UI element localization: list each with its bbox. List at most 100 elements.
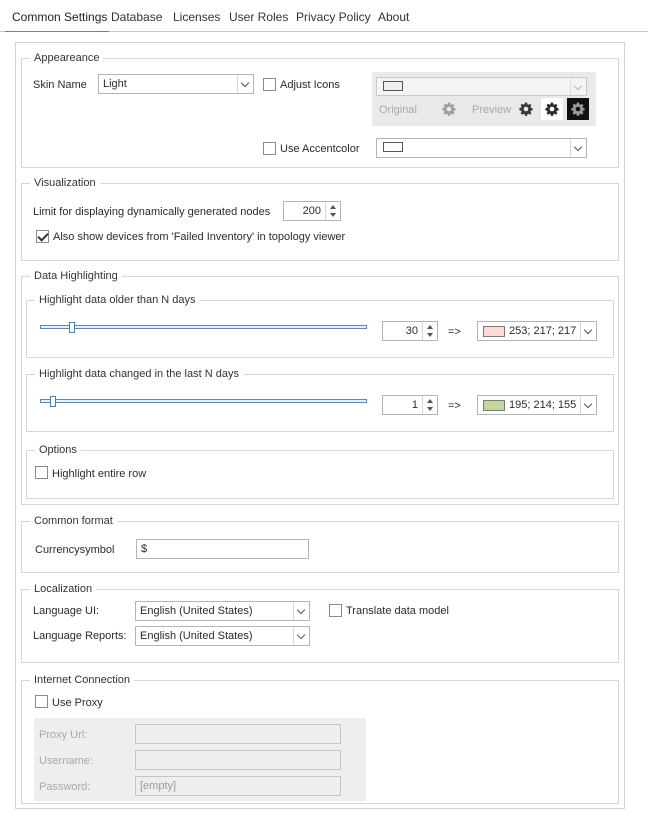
password-input[interactable]: [empty] <box>135 776 341 796</box>
node-limit-stepper[interactable] <box>325 202 340 220</box>
older-days-legend: Highlight data older than N days <box>35 293 200 307</box>
chevron-down-icon[interactable] <box>427 333 433 337</box>
older-color-value: 253; 217; 217 <box>509 325 577 337</box>
node-limit-spinner[interactable]: 200 <box>283 201 341 221</box>
older-days-slider-thumb[interactable] <box>68 322 75 333</box>
changed-days-value: 1 <box>411 399 418 411</box>
tab-licenses[interactable]: Licenses <box>173 10 220 24</box>
icon-original-label: Original <box>379 104 417 116</box>
changed-color-swatch <box>483 400 505 411</box>
visualization-group: Visualization <box>21 176 619 261</box>
icon-preview-label: Preview <box>472 104 512 116</box>
options-legend: Options <box>35 443 81 457</box>
skin-name-value: Light <box>103 78 127 90</box>
chevron-down-icon <box>573 81 583 91</box>
older-days-arrow: => <box>448 326 461 338</box>
chevron-up-icon[interactable] <box>427 399 433 403</box>
highlight-row-label: Highlight entire row <box>52 468 147 480</box>
chevron-down-icon <box>240 78 250 88</box>
older-color-dropdown-button[interactable] <box>580 322 596 340</box>
translate-checkbox[interactable] <box>329 604 342 617</box>
use-proxy-label: Use Proxy <box>52 697 103 709</box>
tab-privacy-policy[interactable]: Privacy Policy <box>296 10 371 24</box>
icon-color-select[interactable] <box>376 77 587 96</box>
changed-days-spinner[interactable]: 1 <box>382 395 438 415</box>
language-reports-dropdown-button[interactable] <box>293 627 309 645</box>
common-format-legend: Common format <box>30 514 117 528</box>
active-tab-indicator <box>5 31 109 32</box>
older-days-value: 30 <box>405 325 418 337</box>
tab-about[interactable]: About <box>378 10 409 24</box>
gear-icon <box>545 102 559 116</box>
accentcolor-swatch <box>383 142 403 152</box>
username-input[interactable] <box>135 750 341 770</box>
language-ui-label: Language UI: <box>33 605 100 617</box>
skin-name-dropdown-button[interactable] <box>237 75 253 93</box>
gear-icon <box>442 102 456 116</box>
proxy-url-label: Proxy Url: <box>39 729 88 741</box>
node-limit-label: Limit for displaying dynamically generat… <box>33 206 271 218</box>
localization-group: Localization <box>21 582 619 663</box>
currency-input[interactable]: $ <box>136 539 309 559</box>
tab-bar: Common Settings Database Licenses User R… <box>0 0 648 32</box>
language-ui-value: English (United States) <box>140 605 253 617</box>
language-reports-label: Language Reports: <box>33 630 127 642</box>
language-reports-select[interactable]: English (United States) <box>135 626 310 646</box>
use-accentcolor-label: Use Accentcolor <box>280 143 360 155</box>
chevron-up-icon[interactable] <box>427 325 433 329</box>
changed-color-value: 195; 214; 155 <box>509 399 577 411</box>
changed-color-dropdown-button[interactable] <box>580 396 596 414</box>
chevron-down-icon[interactable] <box>330 213 336 217</box>
username-label: Username: <box>39 755 93 767</box>
chevron-down-icon <box>583 399 593 409</box>
proxy-url-input[interactable] <box>135 724 341 744</box>
skin-name-label: Skin Name <box>33 79 87 91</box>
older-color-swatch <box>483 326 505 337</box>
older-days-stepper[interactable] <box>422 322 437 340</box>
tab-common-settings[interactable]: Common Settings <box>12 10 107 24</box>
icon-color-swatch <box>383 81 403 91</box>
accentcolor-select[interactable] <box>376 138 587 158</box>
chevron-down-icon <box>573 142 583 152</box>
currency-value: $ <box>141 543 148 555</box>
older-days-spinner[interactable]: 30 <box>382 321 438 341</box>
changed-days-stepper[interactable] <box>422 396 437 414</box>
older-days-slider-track[interactable] <box>40 325 367 329</box>
tab-database[interactable]: Database <box>111 10 162 24</box>
chevron-down-icon <box>296 605 306 615</box>
password-value: [empty] <box>140 780 177 792</box>
adjust-icons-label: Adjust Icons <box>280 79 340 91</box>
translate-label: Translate data model <box>346 605 449 617</box>
language-ui-dropdown-button[interactable] <box>293 602 309 620</box>
tab-user-roles[interactable]: User Roles <box>229 10 288 24</box>
failed-inventory-checkbox[interactable] <box>36 230 49 243</box>
currency-label: Currencysymbol <box>35 544 115 556</box>
password-label: Password: <box>39 781 91 793</box>
node-limit-value: 200 <box>302 205 321 217</box>
changed-days-arrow: => <box>448 400 461 412</box>
icon-color-dropdown-button[interactable] <box>570 78 586 95</box>
highlight-row-checkbox[interactable] <box>35 466 48 479</box>
appearance-legend: Appeareance <box>30 51 104 65</box>
failed-inventory-label: Also show devices from 'Failed Inventory… <box>53 231 346 243</box>
chevron-down-icon[interactable] <box>427 407 433 411</box>
use-accentcolor-checkbox[interactable] <box>263 142 276 155</box>
localization-legend: Localization <box>30 582 97 596</box>
changed-days-legend: Highlight data changed in the last N day… <box>35 367 243 381</box>
data-highlighting-legend: Data Highlighting <box>30 269 122 283</box>
older-color-select[interactable]: 253; 217; 217 <box>477 321 597 341</box>
adjust-icons-checkbox[interactable] <box>263 78 276 91</box>
language-ui-select[interactable]: English (United States) <box>135 601 310 621</box>
use-proxy-checkbox[interactable] <box>35 695 48 708</box>
changed-days-slider-thumb[interactable] <box>49 396 56 407</box>
changed-color-select[interactable]: 195; 214; 155 <box>477 395 597 415</box>
accentcolor-dropdown-button[interactable] <box>570 139 586 157</box>
chevron-up-icon[interactable] <box>330 205 336 209</box>
changed-days-slider-track[interactable] <box>40 399 367 403</box>
gear-icon <box>519 102 533 116</box>
gear-icon <box>571 102 585 116</box>
chevron-down-icon <box>583 325 593 335</box>
language-reports-value: English (United States) <box>140 630 253 642</box>
chevron-down-icon <box>296 630 306 640</box>
skin-name-select[interactable]: Light <box>98 74 254 94</box>
